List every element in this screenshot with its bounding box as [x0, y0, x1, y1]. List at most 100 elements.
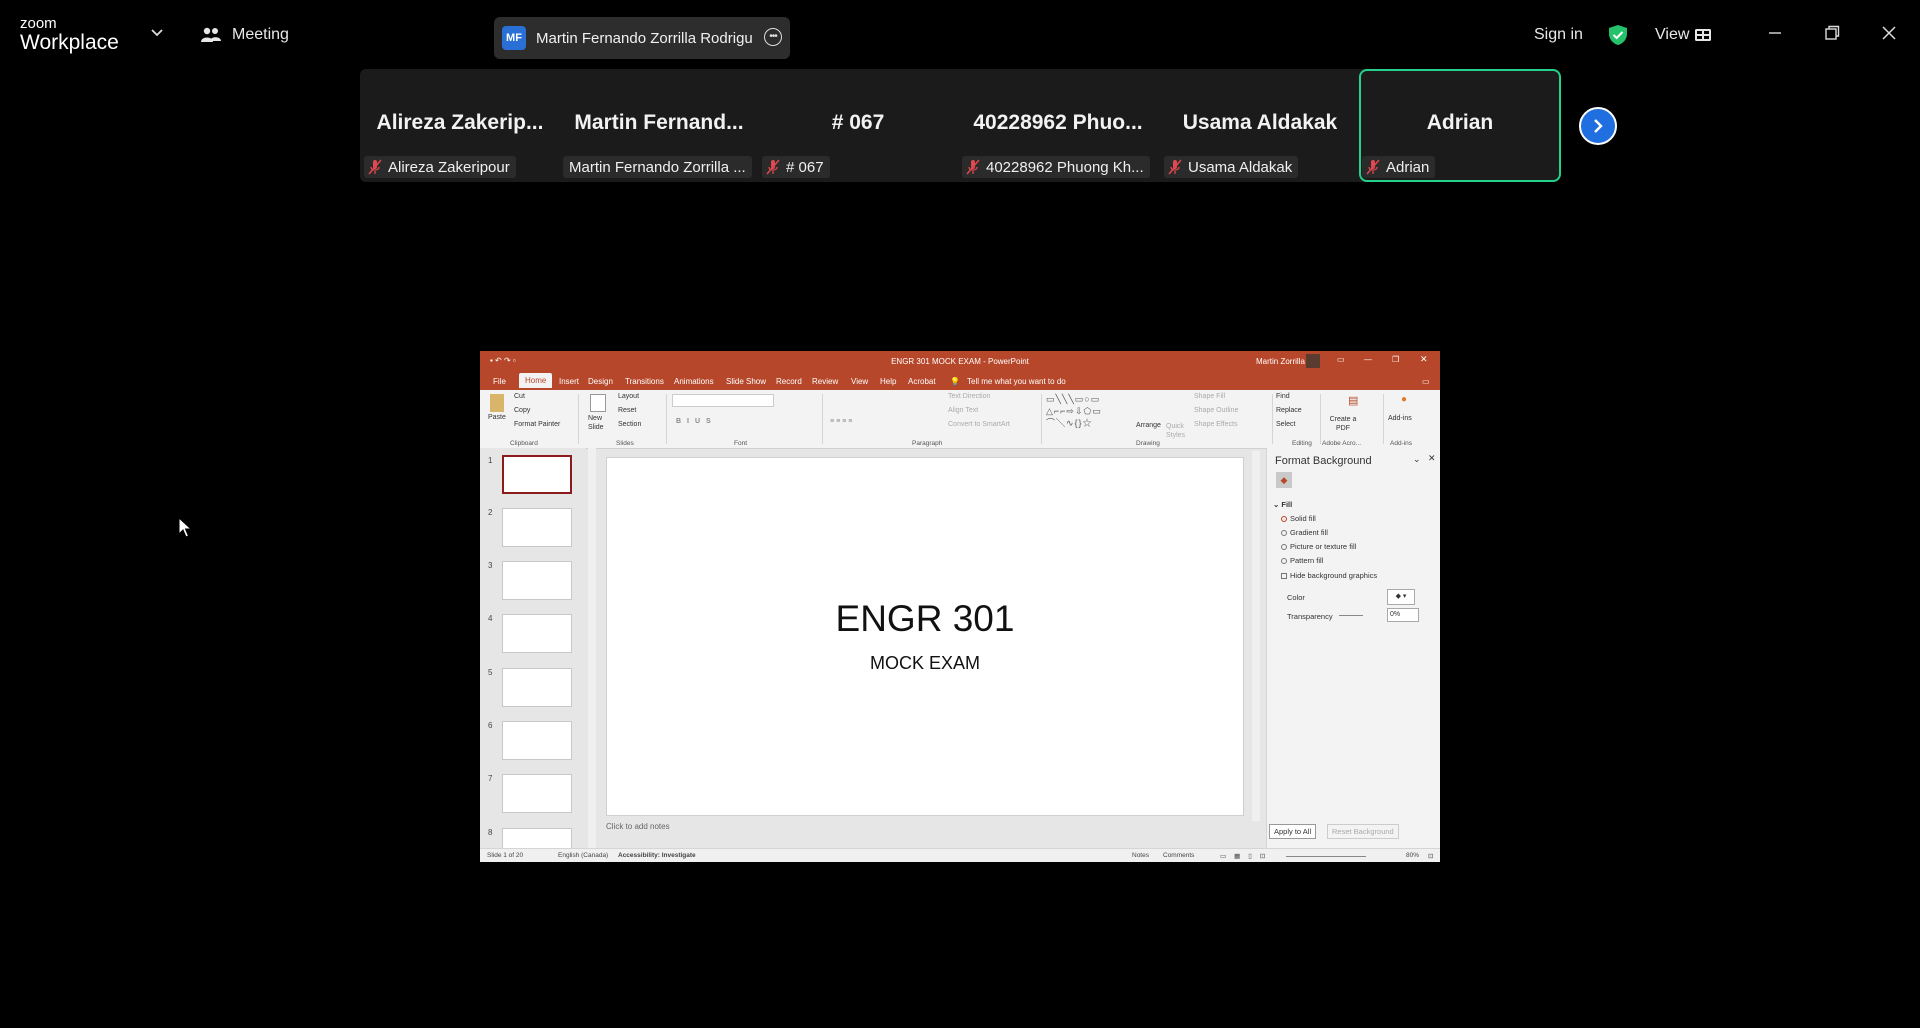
ppt-tab-view[interactable]: View — [851, 377, 868, 386]
ppt-tab-acrobat[interactable]: Acrobat — [908, 377, 936, 386]
encryption-shield-icon[interactable] — [1607, 24, 1629, 46]
slide-thumbnail[interactable] — [502, 721, 572, 760]
ppt-find-button[interactable]: Find — [1276, 393, 1290, 400]
ppt-minimize-icon[interactable]: — — [1364, 355, 1372, 364]
participant-tile[interactable]: Usama Aldakak Usama Aldakak — [1161, 69, 1359, 182]
ppt-replace-button[interactable]: Replace — [1276, 407, 1302, 414]
ppt-tab-design[interactable]: Design — [588, 377, 613, 386]
minimize-icon[interactable] — [1766, 24, 1784, 42]
paragraph-align-icons[interactable]: ≡≡≡≡ — [830, 418, 854, 425]
ppt-paste-button[interactable]: Paste — [488, 414, 506, 421]
pane-options-chevron-icon[interactable]: ⌄ — [1413, 454, 1421, 465]
radio-pattern-fill[interactable]: Pattern fill — [1281, 556, 1323, 565]
ppt-section-button[interactable]: Section — [618, 421, 641, 428]
sign-in-link[interactable]: Sign in — [1534, 26, 1583, 44]
font-name-box[interactable] — [672, 394, 774, 407]
slide-thumbnail[interactable] — [502, 828, 572, 848]
ppt-add-ins-button[interactable]: Add-ins — [1388, 415, 1412, 422]
slide-thumbnail[interactable] — [502, 668, 572, 707]
ppt-close-icon[interactable]: ✕ — [1420, 354, 1428, 365]
fill-bucket-icon[interactable]: ◆ — [1276, 472, 1292, 488]
participant-tile[interactable]: # 067 # 067 — [759, 69, 957, 182]
status-language[interactable]: English (Canada) — [558, 852, 608, 859]
slide-subtitle[interactable]: MOCK EXAM — [607, 653, 1243, 674]
slide-title[interactable]: ENGR 301 — [607, 598, 1243, 640]
ppt-tab-file[interactable]: File — [493, 377, 506, 386]
participant-tile[interactable]: Martin Fernand... Martin Fernando Zorril… — [560, 69, 758, 182]
radio-gradient-fill[interactable]: Gradient fill — [1281, 528, 1328, 537]
view-mode-icons[interactable]: ▭▦▯⊡ — [1220, 852, 1273, 860]
active-speaker-pill[interactable]: MF Martin Fernando Zorrilla Rodrigu ••• — [494, 17, 790, 59]
ppt-tab-review[interactable]: Review — [812, 377, 838, 386]
next-page-button[interactable] — [1579, 107, 1617, 145]
zoom-slider[interactable] — [1286, 856, 1366, 857]
slide-thumbnail[interactable] — [502, 774, 572, 813]
ppt-tab-help[interactable]: Help — [880, 377, 896, 386]
ppt-tab-insert[interactable]: Insert — [559, 377, 579, 386]
slide-number: 2 — [488, 508, 493, 517]
status-notes-button[interactable]: Notes — [1132, 852, 1149, 859]
thumbnail-scrollbar[interactable] — [588, 448, 596, 848]
restore-icon[interactable] — [1823, 24, 1841, 42]
status-accessibility[interactable]: Accessibility: Investigate — [618, 852, 696, 859]
fill-section-header[interactable]: ⌄ Fill — [1273, 500, 1292, 509]
radio-solid-fill[interactable]: Solid fill — [1281, 514, 1316, 523]
fit-slide-icon[interactable]: ⊡ — [1428, 852, 1433, 860]
radio-picture-fill[interactable]: Picture or texture fill — [1281, 542, 1356, 551]
group-label-add-ins: Add-ins — [1390, 440, 1413, 447]
font-format-icons[interactable]: BIUS — [676, 418, 717, 425]
ppt-comments-icon[interactable]: ▭ — [1422, 377, 1430, 386]
zoom-workplace-logo[interactable]: zoom Workplace — [20, 16, 119, 53]
ppt-restore-icon[interactable]: ❐ — [1392, 355, 1399, 364]
ppt-cut-button[interactable]: Cut — [514, 393, 525, 400]
slide-scrollbar[interactable] — [1252, 451, 1260, 821]
more-options-icon[interactable]: ••• — [764, 28, 782, 46]
view-button[interactable]: View — [1655, 26, 1712, 44]
hide-background-graphics-checkbox[interactable]: Hide background graphics — [1281, 571, 1377, 580]
slide-thumbnail[interactable] — [502, 561, 572, 600]
slide-thumbnail-selected[interactable] — [502, 455, 572, 494]
meeting-button[interactable]: Meeting — [200, 26, 289, 44]
transparency-slider[interactable] — [1339, 615, 1363, 616]
ppt-tab-animations[interactable]: Animations — [674, 377, 714, 386]
ppt-reset-button[interactable]: Reset — [618, 407, 636, 414]
shapes-gallery[interactable]: ▭╲╲╲▭○▭ △⌐⌐⇨⇩⬠▭ ⌒╲∿{}☆ — [1046, 393, 1122, 431]
ppt-tab-home[interactable]: Home — [519, 373, 553, 388]
ppt-tab-slide-show[interactable]: Slide Show — [726, 377, 766, 386]
notes-placeholder[interactable]: Click to add notes — [606, 822, 670, 831]
slide-number: 1 — [488, 456, 493, 465]
pane-close-icon[interactable]: ✕ — [1428, 453, 1436, 464]
status-zoom-level[interactable]: 80% — [1406, 852, 1419, 859]
slide-number: 3 — [488, 561, 493, 570]
slide-thumbnail[interactable] — [502, 508, 572, 547]
ppt-copy-button[interactable]: Copy — [514, 407, 530, 414]
ppt-user-avatar[interactable] — [1306, 354, 1320, 368]
ppt-tab-record[interactable]: Record — [776, 377, 802, 386]
ppt-format-painter-button[interactable]: Format Painter — [514, 421, 560, 428]
ppt-create-pdf-button[interactable]: Create a PDF — [1326, 415, 1360, 433]
ppt-ribbon-display-icon[interactable]: ▭ — [1337, 355, 1345, 364]
color-picker-button[interactable]: ◆ ▾ — [1387, 589, 1415, 605]
new-slide-icon[interactable] — [590, 394, 606, 412]
ppt-save-icon[interactable]: ▪ ↶ ↷ ▫ — [490, 356, 516, 365]
paste-icon[interactable] — [490, 394, 504, 412]
ppt-new-slide-button[interactable]: New Slide — [588, 414, 612, 432]
apply-to-all-button[interactable]: Apply to All — [1269, 824, 1317, 839]
ppt-arrange-button[interactable]: Arrange — [1136, 422, 1161, 429]
meeting-label: Meeting — [232, 26, 289, 43]
chevron-down-icon[interactable] — [150, 26, 164, 40]
participant-label-text: Adrian — [1386, 158, 1430, 176]
slide-thumbnail[interactable] — [502, 614, 572, 653]
ppt-slide-canvas[interactable]: ENGR 301 MOCK EXAM — [606, 457, 1244, 816]
ppt-text-direction-button: Text Direction — [948, 393, 991, 400]
ppt-select-button[interactable]: Select — [1276, 421, 1295, 428]
participant-tile-active[interactable]: Adrian Adrian — [1359, 69, 1561, 182]
ppt-layout-button[interactable]: Layout — [618, 393, 639, 400]
participant-tile[interactable]: 40228962 Phuo... 40228962 Phuong Kh... — [959, 69, 1157, 182]
ppt-tell-me-search[interactable]: Tell me what you want to do — [967, 377, 1066, 386]
status-comments-button[interactable]: Comments — [1163, 852, 1194, 859]
ppt-tab-transitions[interactable]: Transitions — [625, 377, 664, 386]
transparency-input[interactable]: 0% — [1387, 608, 1419, 622]
participant-tile[interactable]: Alireza Zakerip... Alireza Zakeripour — [361, 69, 559, 182]
close-icon[interactable] — [1880, 24, 1898, 42]
